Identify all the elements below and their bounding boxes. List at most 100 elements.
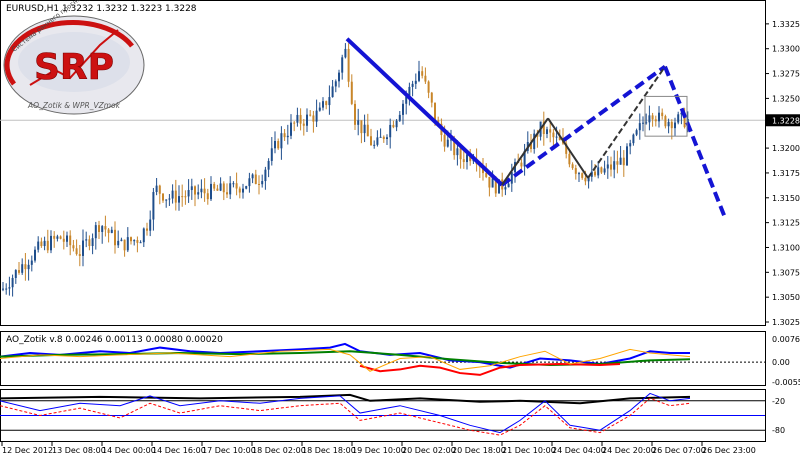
candle-body bbox=[658, 112, 660, 122]
time-tick-label: 24 Dec 04:00 bbox=[552, 446, 606, 455]
candle-body bbox=[552, 132, 555, 138]
candle-body bbox=[370, 136, 372, 146]
candle-body bbox=[309, 114, 312, 116]
candle-body bbox=[264, 169, 267, 182]
candle-body bbox=[347, 48, 350, 82]
candle-body bbox=[123, 239, 126, 251]
candle-body bbox=[8, 287, 11, 289]
candle-body bbox=[414, 80, 417, 84]
candle-body bbox=[424, 75, 427, 82]
candle-body bbox=[181, 196, 184, 198]
candle-body bbox=[258, 183, 260, 185]
candle-body bbox=[402, 103, 404, 115]
candle-body bbox=[661, 112, 664, 117]
candle-body bbox=[638, 123, 641, 131]
candle-body bbox=[418, 71, 420, 81]
candle-body bbox=[446, 139, 449, 147]
candle-body bbox=[245, 186, 248, 189]
candle-body bbox=[46, 240, 49, 251]
candle-body bbox=[194, 186, 196, 195]
ao-tick-label: -0.00551 bbox=[772, 378, 800, 387]
candle-body bbox=[66, 235, 68, 242]
candle-body bbox=[280, 133, 283, 149]
price-tick-label: 1.3250 bbox=[772, 94, 800, 103]
time-tick-label: 24 Dec 20:00 bbox=[602, 446, 656, 455]
candle-body bbox=[206, 193, 209, 200]
candle-body bbox=[670, 121, 673, 129]
candle-body bbox=[88, 239, 91, 247]
candle-body bbox=[427, 81, 430, 93]
candle-body bbox=[162, 193, 164, 201]
time-tick-label: 17 Dec 10:00 bbox=[202, 446, 256, 455]
ao-tick-label: 0.00769 bbox=[772, 335, 800, 344]
candle-body bbox=[171, 190, 174, 199]
candle-body bbox=[363, 124, 366, 134]
candle-body bbox=[226, 192, 228, 195]
time-tick-label: 13 Dec 08:00 bbox=[52, 446, 106, 455]
candle-body bbox=[5, 288, 8, 290]
wpr-tick-label: -80 bbox=[772, 426, 785, 435]
candle-body bbox=[75, 248, 78, 255]
candle-body bbox=[610, 164, 612, 170]
candle-body bbox=[594, 171, 596, 176]
candle-body bbox=[178, 196, 180, 203]
candle-body bbox=[331, 86, 334, 98]
candle-body bbox=[107, 229, 110, 233]
candle-body bbox=[238, 188, 241, 193]
candle-body bbox=[357, 120, 360, 125]
candle-body bbox=[322, 101, 324, 108]
candle-body bbox=[629, 143, 632, 147]
candle-body bbox=[520, 162, 523, 167]
candle-body bbox=[360, 120, 363, 134]
candle-body bbox=[667, 121, 670, 127]
candle-body bbox=[642, 122, 644, 124]
candle-body bbox=[325, 101, 328, 106]
candle-body bbox=[350, 81, 353, 104]
candle-body bbox=[395, 120, 398, 128]
candle-body bbox=[254, 174, 257, 184]
time-tick-label: 20 Dec 02:00 bbox=[402, 446, 456, 455]
candle-body bbox=[654, 119, 657, 122]
price-tick-label: 1.3275 bbox=[772, 70, 800, 79]
candle-body bbox=[648, 115, 651, 123]
candle-body bbox=[251, 174, 254, 179]
candle-body bbox=[504, 187, 507, 190]
candle-body bbox=[568, 153, 571, 165]
candle-body bbox=[578, 173, 580, 175]
candle-body bbox=[274, 141, 276, 149]
candle-body bbox=[430, 92, 433, 103]
candle-body bbox=[677, 114, 680, 123]
candle-body bbox=[619, 157, 622, 165]
candle-body bbox=[354, 103, 356, 125]
candle-body bbox=[136, 240, 139, 243]
time-tick-label: 21 Dec 10:00 bbox=[502, 446, 556, 455]
candle-body bbox=[184, 196, 187, 198]
price-tick-label: 1.3125 bbox=[772, 219, 800, 228]
candle-body bbox=[248, 178, 251, 187]
candle-body bbox=[18, 270, 20, 273]
logo-srp-text: SRP bbox=[34, 47, 114, 88]
candle-body bbox=[130, 237, 132, 242]
candle-body bbox=[443, 134, 446, 147]
candle-body bbox=[242, 188, 244, 193]
candle-body bbox=[62, 238, 65, 242]
candle-body bbox=[283, 133, 286, 138]
candle-body bbox=[210, 183, 212, 200]
candle-body bbox=[94, 225, 97, 239]
candle-body bbox=[312, 115, 315, 122]
candle-body bbox=[574, 168, 577, 174]
candle-body bbox=[491, 178, 494, 188]
candle-body bbox=[200, 188, 203, 193]
candle-body bbox=[626, 146, 628, 166]
candle-body bbox=[600, 167, 603, 173]
candle-body bbox=[392, 124, 395, 128]
candle-body bbox=[232, 183, 235, 185]
candle-body bbox=[222, 183, 225, 193]
candle-body bbox=[382, 136, 385, 140]
time-tick-label: 14 Dec 16:00 bbox=[152, 446, 206, 455]
candle-body bbox=[651, 115, 654, 120]
candle-body bbox=[507, 183, 510, 188]
candle-body bbox=[126, 237, 129, 251]
candle-body bbox=[389, 124, 392, 138]
candle-body bbox=[187, 190, 190, 197]
